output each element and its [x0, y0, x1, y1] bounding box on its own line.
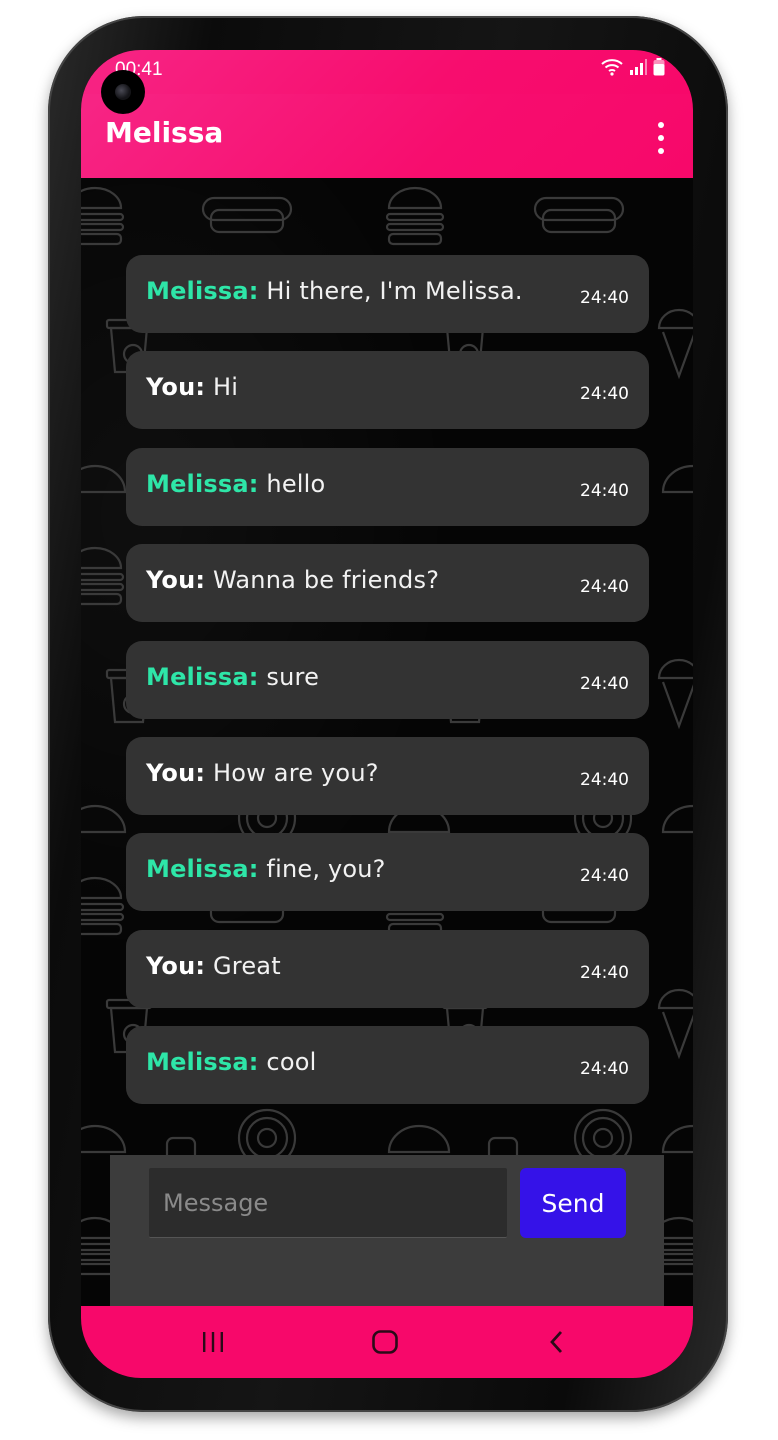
back-icon[interactable]: [537, 1326, 577, 1358]
message-content: Melissa: cool: [146, 1048, 316, 1076]
composer: Send: [110, 1155, 664, 1315]
message-text: Great: [213, 951, 281, 980]
message-text: Hi: [213, 373, 239, 402]
chat-title: Melissa: [105, 116, 224, 149]
message-sender: You:: [146, 951, 206, 980]
message-sender: Melissa:: [146, 662, 259, 691]
hotdog-doodle: [201, 196, 293, 234]
ice-cream-doodle: [657, 308, 693, 380]
message-text: cool: [266, 1048, 317, 1077]
signal-icon: [630, 59, 647, 75]
ice-cream-doodle: [657, 658, 693, 730]
message-sender: Melissa:: [146, 1048, 259, 1077]
message-content: Melissa: fine, you?: [146, 855, 386, 883]
app-bar: Melissa: [81, 94, 693, 178]
message-bubble: Melissa: cool 24:40: [126, 1026, 649, 1105]
message-content: Melissa: sure: [146, 663, 319, 691]
burger-doodle: [385, 186, 445, 246]
message-time: 24:40: [580, 288, 629, 308]
message-content: You: Hi: [146, 373, 238, 401]
message-sender: Melissa:: [146, 277, 259, 305]
message-bubble: You: Wanna be friends? 24:40: [126, 544, 649, 623]
message-sender: Melissa:: [146, 855, 259, 884]
status-bar: 00:41: [81, 50, 693, 94]
taco-doodle: [387, 1124, 451, 1154]
message-bubble: You: How are you? 24:40: [126, 736, 649, 815]
taco-doodle: [81, 464, 127, 494]
message-time: 24:40: [580, 577, 629, 598]
message-list: Melissa: Hi there, I'm Melissa. 24:40 You:…: [126, 255, 649, 1123]
taco-doodle: [661, 1124, 693, 1154]
message-time: 24:40: [580, 673, 629, 694]
message-time: 24:40: [580, 962, 629, 983]
message-bubble: Melissa: sure 24:40: [126, 640, 649, 719]
message-text: How are you?: [213, 758, 379, 787]
message-sender: You:: [146, 373, 206, 402]
hotdog-doodle: [533, 196, 625, 234]
taco-doodle: [81, 804, 127, 834]
wifi-icon: [601, 59, 623, 76]
message-content: Melissa: Hi there, I'm Melissa.: [146, 277, 523, 305]
burger-doodle: [81, 186, 125, 246]
home-icon[interactable]: [365, 1326, 405, 1358]
message-content: You: How are you?: [146, 759, 379, 787]
menu-dot: [658, 135, 664, 141]
message-content: You: Wanna be friends?: [146, 566, 439, 594]
menu-dot: [658, 148, 664, 154]
message-text: hello: [266, 469, 326, 498]
more-vert-icon[interactable]: [651, 122, 671, 154]
menu-dot: [658, 122, 664, 128]
message-text: fine, you?: [266, 855, 386, 884]
message-bubble: Melissa: hello 24:40: [126, 447, 649, 526]
navigation-bar: [81, 1306, 693, 1378]
burger-doodle: [81, 876, 125, 936]
message-time: 24:40: [580, 384, 629, 405]
message-input[interactable]: [149, 1168, 507, 1238]
message-sender: Melissa:: [146, 469, 259, 498]
message-text: sure: [266, 662, 320, 691]
message-time: 24:40: [580, 769, 629, 790]
message-sender: You:: [146, 566, 206, 595]
taco-doodle: [81, 1124, 127, 1154]
message-content: Melissa: hello: [146, 470, 325, 498]
message-time: 24:40: [580, 1059, 629, 1080]
burger-doodle: [81, 546, 125, 606]
taco-doodle: [661, 464, 693, 494]
message-time: 24:40: [580, 480, 629, 501]
message-bubble: You: Great 24:40: [126, 929, 649, 1008]
status-icons: [601, 58, 665, 76]
message-bubble: Melissa: Hi there, I'm Melissa. 24:40: [126, 255, 649, 333]
send-button[interactable]: Send: [520, 1168, 626, 1238]
message-text: Hi there, I'm Melissa.: [266, 277, 523, 305]
message-text: Wanna be friends?: [213, 566, 440, 595]
message-time: 24:40: [580, 866, 629, 887]
battery-icon: [653, 58, 665, 76]
ice-cream-doodle: [657, 988, 693, 1060]
message-bubble: Melissa: fine, you? 24:40: [126, 833, 649, 912]
message-content: You: Great: [146, 952, 281, 980]
recent-apps-icon[interactable]: [193, 1326, 233, 1358]
message-bubble: You: Hi 24:40: [126, 351, 649, 430]
screen: 00:41 Melissa Melissa: Hi there, I'm Mel…: [81, 50, 693, 1378]
message-sender: You:: [146, 758, 206, 787]
taco-doodle: [661, 804, 693, 834]
front-camera: [101, 70, 145, 114]
